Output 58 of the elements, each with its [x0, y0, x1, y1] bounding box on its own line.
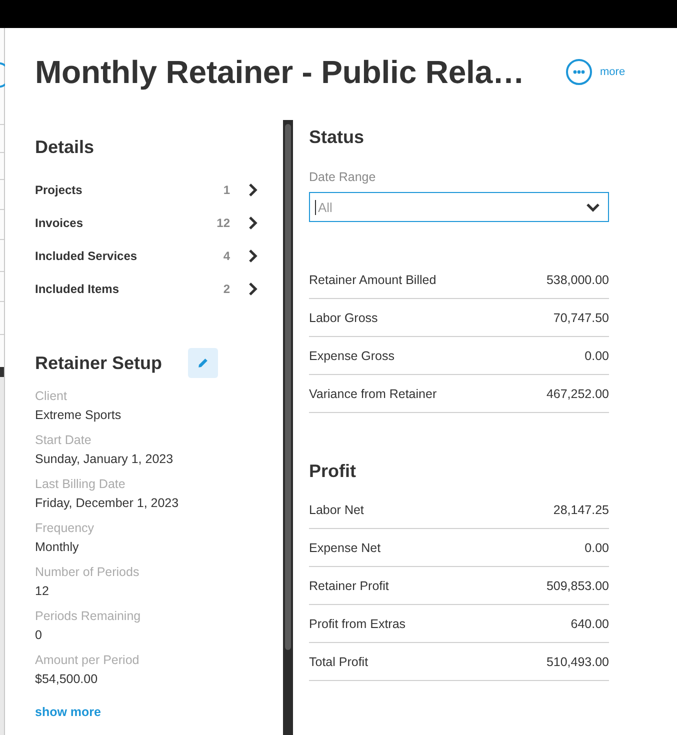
stat-label: Variance from Retainer	[309, 386, 437, 400]
text-cursor	[315, 200, 316, 214]
item-count: 1	[223, 182, 230, 196]
field-label: Periods Remaining	[35, 608, 142, 625]
scrollbar-thumb[interactable]	[285, 124, 291, 650]
edit-button[interactable]	[188, 348, 218, 378]
field-value: Sunday, January 1, 2023	[35, 450, 174, 468]
stat-value: 70,747.50	[553, 310, 609, 324]
stat-label: Expense Gross	[309, 348, 394, 362]
chevron-right-icon	[248, 248, 258, 262]
date-range-select[interactable]: All	[309, 192, 609, 222]
stat-value: 467,252.00	[546, 386, 609, 400]
field-value: Extreme Sports	[35, 406, 122, 424]
chevron-right-icon	[248, 216, 258, 230]
chevron-right-icon	[248, 282, 258, 296]
details-item[interactable]: Included Services 4	[35, 239, 258, 272]
section-title: Status	[309, 126, 366, 149]
stat-value: 640.00	[570, 616, 609, 630]
field-label: Date Range	[309, 169, 377, 185]
stat-value: 0.00	[584, 540, 609, 554]
details-item[interactable]: Included Items 2	[35, 272, 258, 305]
stat-label: Expense Net	[309, 540, 381, 554]
field-label: Last Billing Date	[35, 476, 126, 493]
section-title: Profit	[309, 460, 357, 483]
stat-value: 538,000.00	[546, 272, 609, 286]
field-label: Number of Periods	[35, 564, 140, 580]
stat-label: Total Profit	[309, 654, 368, 668]
chevron-down-icon	[586, 202, 600, 212]
stat-value: 0.00	[584, 348, 609, 362]
field-value: 12	[35, 582, 50, 600]
pencil-icon	[198, 358, 208, 368]
field-label: Start Date	[35, 432, 92, 448]
chevron-right-icon	[248, 182, 258, 196]
stat-value: 509,853.00	[546, 578, 609, 592]
details-item[interactable]: Projects 1	[35, 173, 258, 206]
section-title: Details	[35, 136, 96, 159]
field-label: Amount per Period	[35, 652, 140, 669]
more-icon	[566, 59, 592, 85]
stat-value: 510,493.00	[546, 654, 609, 668]
details-item[interactable]: Invoices 12	[35, 206, 258, 239]
stat-label: Labor Gross	[309, 310, 378, 324]
field-value: Monthly	[35, 538, 80, 556]
item-count: 12	[216, 216, 230, 230]
page-title: Monthly Retainer - Public Rela…	[35, 53, 526, 92]
section-title: Retainer Setup	[35, 352, 162, 375]
field-label: Frequency	[35, 520, 96, 537]
field-value: 0	[35, 626, 43, 644]
field-value: Friday, December 1, 2023	[35, 494, 180, 512]
item-count: 4	[223, 248, 230, 262]
field-value: $54,500.00	[35, 670, 99, 688]
item-count: 2	[223, 282, 230, 296]
stat-label: Retainer Profit	[309, 578, 389, 592]
stat-value: 28,147.25	[553, 502, 609, 516]
stat-label: Retainer Amount Billed	[309, 272, 436, 286]
arc-icon	[0, 62, 5, 88]
stat-label: Profit from Extras	[309, 616, 406, 630]
stat-label: Labor Net	[309, 502, 364, 516]
field-label: Client	[35, 388, 68, 404]
